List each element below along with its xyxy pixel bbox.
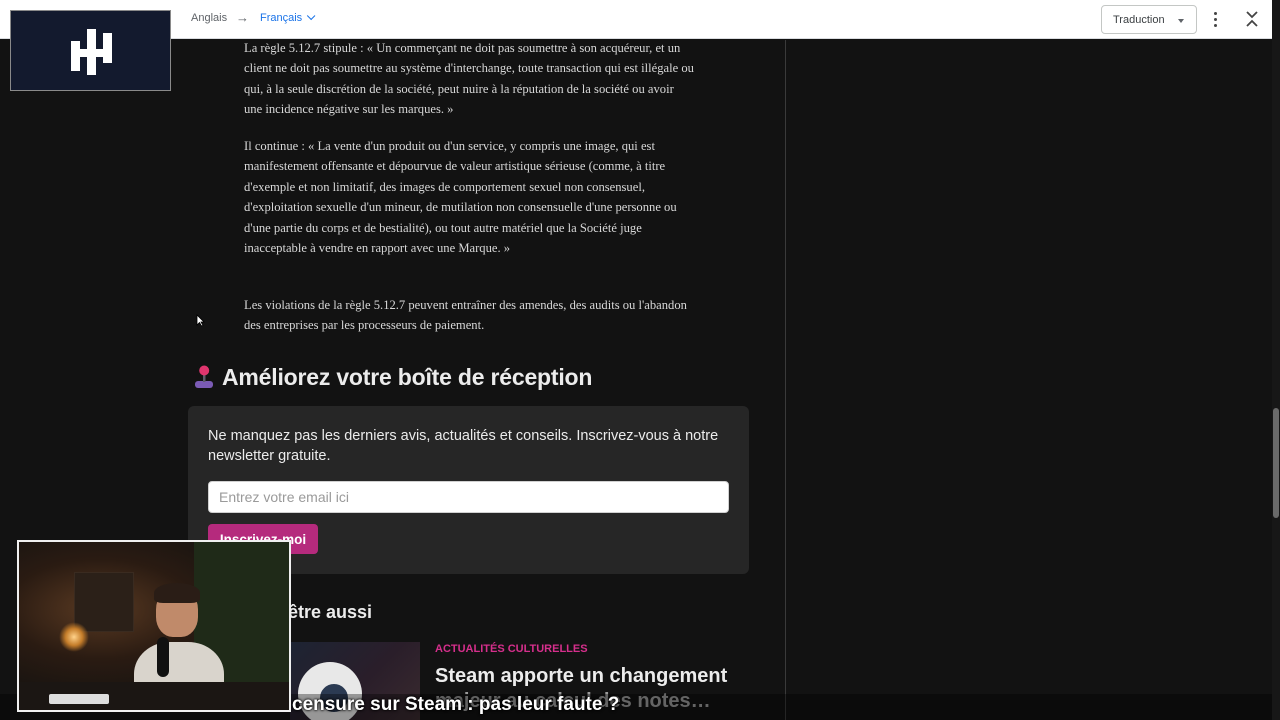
language-arrow: → xyxy=(236,10,249,25)
newsletter-heading-row: Améliorez votre boîte de réception xyxy=(193,362,592,392)
translation-mode-select[interactable]: Traduction xyxy=(1101,5,1197,34)
article-paragraph: La règle 5.12.7 stipule : « Un commerçan… xyxy=(244,41,694,117)
more-vert-icon[interactable] xyxy=(1208,9,1224,29)
mouse-cursor-icon xyxy=(196,314,205,327)
chevron-down-icon xyxy=(307,11,316,21)
newsletter-description: Ne manquez pas les derniers avis, actual… xyxy=(208,428,719,464)
webcam-overlay xyxy=(17,540,291,712)
logo-icon xyxy=(71,29,112,75)
email-input[interactable] xyxy=(208,481,729,513)
related-card-category[interactable]: ACTUALITÉS CULTURELLES xyxy=(435,643,588,655)
dropdown-triangle-icon xyxy=(1178,19,1184,23)
article-paragraph: Les violations de la règle 5.12.7 peuven… xyxy=(244,298,687,333)
column-divider xyxy=(785,40,786,720)
microphone xyxy=(157,637,169,677)
translate-bar: Anglais → Français Traduction xyxy=(0,0,1272,39)
article-paragraph: Il continue : « La vente d'un produit ou… xyxy=(244,139,677,256)
scrollbar-thumb[interactable] xyxy=(1273,408,1279,518)
collapse-icon[interactable] xyxy=(1243,10,1261,28)
target-language-label: Français xyxy=(260,12,303,24)
scrollbar-track[interactable] xyxy=(1272,0,1280,720)
related-card-title-line1: Steam apporte un changement xyxy=(435,665,728,687)
site-logo[interactable] xyxy=(10,10,171,91)
joystick-icon xyxy=(195,365,213,388)
newsletter-heading: Améliorez votre boîte de réception xyxy=(222,363,593,390)
source-language-link[interactable]: Anglais xyxy=(191,12,227,24)
video-caption: censure sur Steam : pas leur faute ? xyxy=(292,694,620,715)
translation-mode-label: Traduction xyxy=(1113,14,1165,26)
target-language-dropdown[interactable]: Français xyxy=(260,11,316,24)
